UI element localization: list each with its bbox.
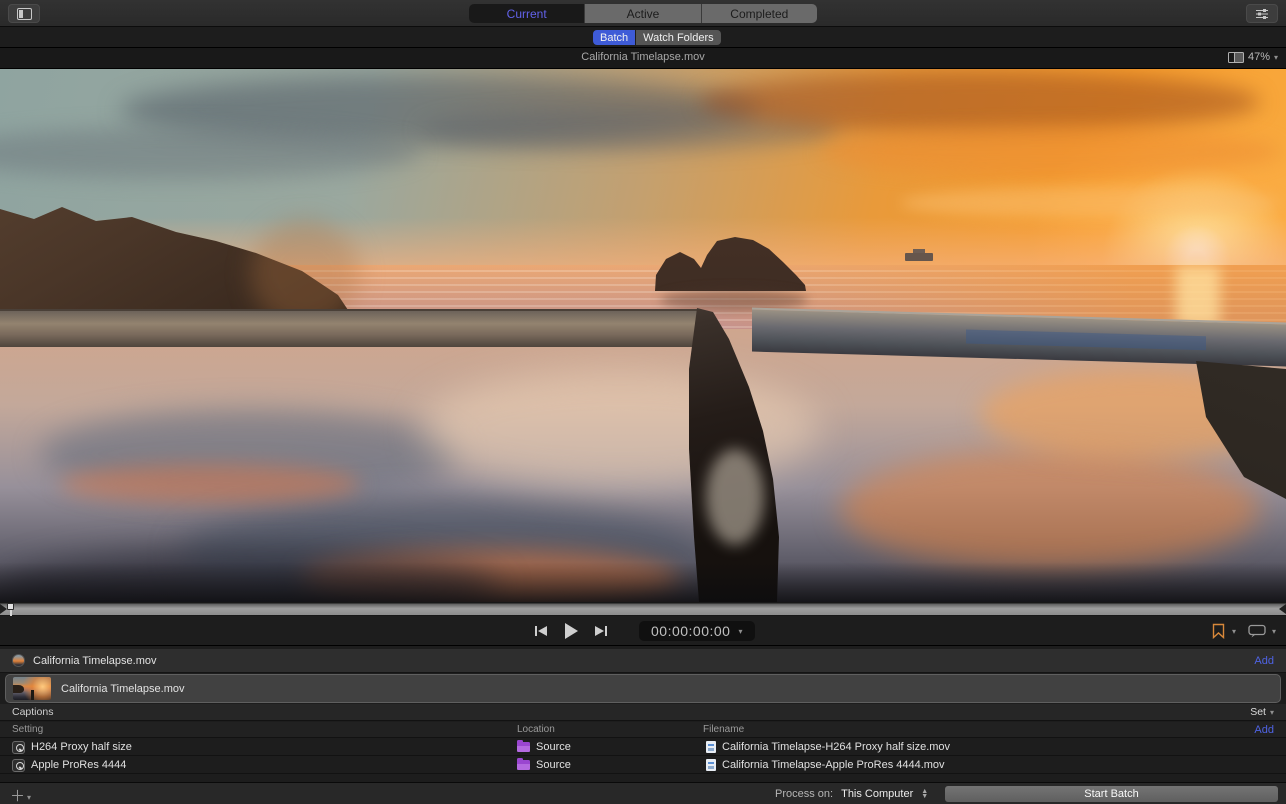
source-thumbnail <box>13 677 51 700</box>
folder-icon <box>517 742 530 752</box>
file-icon <box>706 741 716 753</box>
split-view-icon <box>1228 52 1244 63</box>
footer-bar: ＋ ▾ Process on: This Computer ▲▼ Start B… <box>0 782 1286 804</box>
sidebar-icon <box>17 8 32 20</box>
playhead[interactable] <box>7 603 14 615</box>
play-icon <box>564 623 578 639</box>
process-on-control[interactable]: Process on: This Computer ▲▼ <box>775 783 928 804</box>
filename-column-header: Filename <box>703 724 744 735</box>
chevron-down-icon: ▾ <box>1270 708 1274 717</box>
out-point-marker[interactable] <box>1279 604 1286 614</box>
source-name: California Timelapse.mov <box>61 683 185 695</box>
start-batch-button[interactable]: Start Batch <box>945 786 1278 802</box>
output-location: Source <box>536 741 571 753</box>
batch-watchfolders-toggle: Batch Watch Folders <box>593 30 721 45</box>
baths-wall-left <box>0 309 700 347</box>
job-header-row[interactable]: California Timelapse.mov Add <box>0 649 1286 673</box>
output-row[interactable]: Apple ProRes 4444 Source California Time… <box>0 756 1286 774</box>
chevron-down-icon: ▾ <box>1274 53 1278 62</box>
output-setting: Apple ProRes 4444 <box>31 759 126 771</box>
timeline-scrubber[interactable] <box>0 602 1286 616</box>
scrubber-track[interactable] <box>0 603 1286 615</box>
job-name: California Timelapse.mov <box>33 655 157 667</box>
batch-panel: California Timelapse.mov Add California … <box>0 646 1286 782</box>
preview-title-bar: California Timelapse.mov 47% ▾ <box>0 48 1286 69</box>
output-filename: California Timelapse-Apple ProRes 4444.m… <box>722 759 945 771</box>
captions-set-control[interactable]: Set ▾ <box>1250 706 1274 718</box>
sliders-icon <box>1255 8 1269 20</box>
captions-row[interactable]: Captions Set ▾ <box>0 704 1286 721</box>
go-to-end-button[interactable] <box>591 621 611 641</box>
marker-bookmark-icon[interactable] <box>1211 623 1226 639</box>
go-to-start-button[interactable] <box>531 621 551 641</box>
output-location: Source <box>536 759 571 771</box>
clip-icon <box>12 654 25 667</box>
output-filename: California Timelapse-H264 Proxy half siz… <box>722 741 950 753</box>
add-output-link[interactable]: Add <box>1254 724 1274 736</box>
setting-icon <box>12 741 25 754</box>
marker-chevron-icon[interactable]: ▾ <box>1232 627 1236 636</box>
zoom-level-value: 47% <box>1248 51 1270 63</box>
preview-title: California Timelapse.mov <box>0 51 1286 63</box>
process-on-label: Process on: <box>775 788 833 800</box>
chevron-down-icon: ▾ <box>738 627 743 636</box>
transport-bar: 00:00:00:00 ▾ ▾ ▾ <box>0 616 1286 646</box>
watch-folders-toggle[interactable]: Watch Folders <box>636 30 721 45</box>
timecode-field[interactable]: 00:00:00:00 ▾ <box>639 621 755 641</box>
play-button[interactable] <box>561 621 581 641</box>
skip-back-icon <box>534 625 548 637</box>
location-column-header: Location <box>517 724 555 735</box>
timecode-value: 00:00:00:00 <box>651 623 730 639</box>
columns-header-row: Setting Location Filename Add <box>0 722 1286 738</box>
setting-icon <box>12 759 25 772</box>
stepper-icon: ▲▼ <box>921 789 928 799</box>
display-chevron-icon[interactable]: ▾ <box>1272 627 1276 636</box>
main-toolbar: Current Active Completed <box>0 0 1286 27</box>
sidebar-toggle-button[interactable] <box>8 4 40 23</box>
sun-reflection <box>1176 265 1220 327</box>
view-segmented-control: Current Active Completed <box>469 4 817 23</box>
zoom-level-control[interactable]: 47% ▾ <box>1228 51 1278 63</box>
ship-silhouette <box>905 253 933 261</box>
tab-completed[interactable]: Completed <box>702 4 817 23</box>
output-row[interactable]: H264 Proxy half size Source California T… <box>0 738 1286 756</box>
add-output-link[interactable]: Add <box>1254 655 1274 667</box>
output-setting: H264 Proxy half size <box>31 741 132 753</box>
chevron-down-icon: ▾ <box>27 793 31 802</box>
process-on-value: This Computer <box>841 788 913 800</box>
mode-bar: Batch Watch Folders <box>0 27 1286 48</box>
tab-active[interactable]: Active <box>585 4 701 23</box>
folder-icon <box>517 760 530 770</box>
skip-forward-icon <box>594 625 608 637</box>
setting-column-header: Setting <box>12 724 43 735</box>
inspector-toggle-button[interactable] <box>1246 4 1278 23</box>
source-row-selected[interactable]: California Timelapse.mov <box>5 674 1281 703</box>
compressor-window: Current Active Completed Batch Watch Fol… <box>0 0 1286 804</box>
captions-label: Captions <box>12 706 53 718</box>
file-icon <box>706 759 716 771</box>
add-job-button[interactable]: ＋ ▾ <box>10 785 31 804</box>
in-point-marker[interactable] <box>0 604 7 614</box>
batch-toggle[interactable]: Batch <box>593 30 635 45</box>
tab-current[interactable]: Current <box>469 4 585 23</box>
video-preview <box>0 69 1286 602</box>
display-overlay-icon[interactable] <box>1248 624 1266 638</box>
plus-icon: ＋ <box>10 785 25 804</box>
